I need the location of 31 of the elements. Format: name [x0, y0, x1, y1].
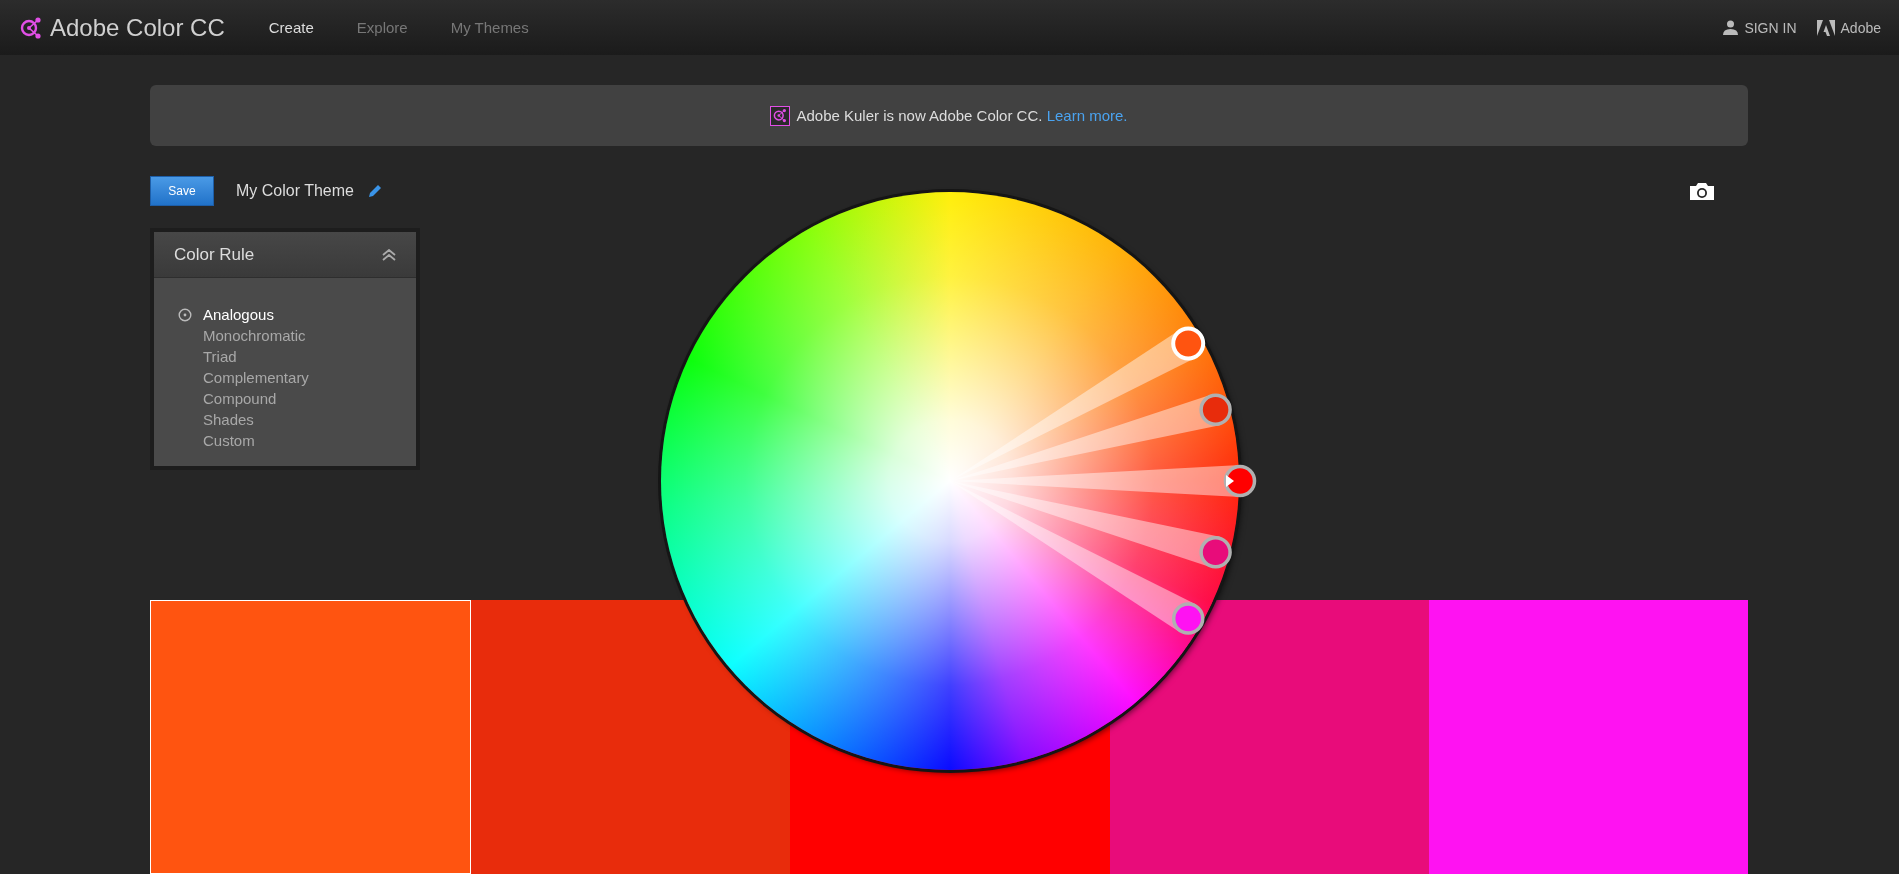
color-swatch[interactable] [1109, 600, 1429, 874]
color-handle[interactable] [1223, 464, 1256, 498]
learn-more-link[interactable]: Learn more. [1046, 107, 1128, 124]
panel-title: Color Rule [174, 244, 255, 265]
brand-name: Adobe Color CC [50, 13, 225, 42]
adobe-logo-icon [1816, 19, 1835, 36]
pencil-icon[interactable] [367, 184, 382, 198]
kuler-logo-icon [770, 105, 791, 126]
color-swatch[interactable] [1428, 600, 1748, 874]
nav-link[interactable]: Explore [356, 19, 408, 36]
banner-message: Adobe Kuler is now Adobe Color CC. Learn more. [796, 107, 1128, 124]
save-button[interactable]: Save [150, 176, 214, 206]
rule-option[interactable]: Monochromatic [203, 327, 306, 344]
adobe-link[interactable]: Adobe [1816, 19, 1881, 36]
chevron-icon[interactable] [382, 248, 396, 261]
camera-icon[interactable] [1689, 181, 1715, 201]
logo-icon [20, 15, 42, 40]
color-swatch[interactable] [471, 600, 791, 874]
rule-option[interactable]: Compound [203, 390, 277, 407]
nav-link[interactable]: Create [268, 19, 314, 36]
color-swatch[interactable] [150, 600, 472, 874]
sign-in-link[interactable]: SIGN IN [1723, 19, 1797, 36]
rule-option[interactable]: Complementary [203, 369, 309, 386]
theme-name: My Color Theme [236, 182, 354, 200]
radio-icon[interactable] [178, 307, 192, 322]
user-icon [1723, 20, 1739, 35]
rule-option[interactable]: Triad [203, 348, 237, 365]
rule-option[interactable]: Shades [203, 411, 254, 428]
nav-link[interactable]: My Themes [450, 19, 529, 36]
rule-option[interactable]: Custom [203, 432, 255, 449]
rule-option[interactable]: Analogous [203, 306, 274, 323]
